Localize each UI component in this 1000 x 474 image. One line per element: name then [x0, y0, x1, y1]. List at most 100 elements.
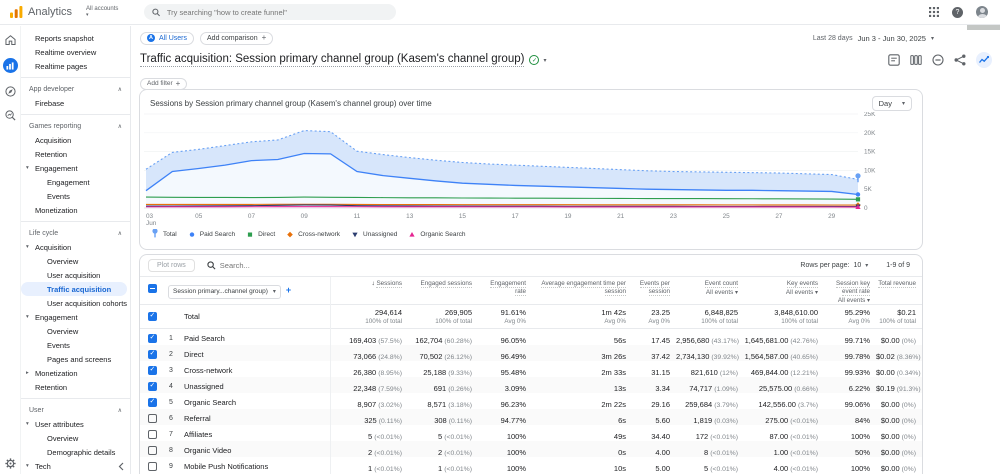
sidebar-item-events[interactable]: Events — [21, 338, 130, 352]
column-header-events-per-session[interactable]: Events per session — [632, 280, 676, 296]
settings-gear-icon[interactable] — [5, 458, 16, 469]
table-search-input[interactable] — [219, 261, 400, 270]
row-checkbox[interactable] — [148, 446, 157, 456]
avatar[interactable] — [976, 6, 988, 18]
sidebar-section-life-cycle[interactable]: Life cycle ∧ — [21, 226, 130, 240]
column-header-session-key-event-rate[interactable]: Session key event rate All events ▾ — [824, 280, 876, 305]
column-filter-all-events[interactable]: All events ▾ — [744, 289, 818, 298]
row-checkbox[interactable] — [148, 462, 157, 472]
page-title[interactable]: Traffic acquisition: Session primary cha… — [140, 53, 525, 67]
sidebar-item-reports-snapshot[interactable]: Reports snapshot — [21, 31, 130, 45]
table-row[interactable]: 4 Unassigned 22,348(7.59%) 691(0.26%) 3.09% 1… — [140, 377, 922, 393]
sidebar-item-traffic-acquisition[interactable]: Traffic acquisition — [21, 282, 127, 296]
sidebar-item-acquisition[interactable]: Acquisition — [21, 133, 130, 147]
select-all-checkbox[interactable] — [148, 284, 157, 293]
sidebar-item-firebase[interactable]: Firebase — [21, 96, 130, 110]
sidebar-item-overview[interactable]: Overview — [21, 431, 130, 445]
sidebar-item-acquisition[interactable]: ▾ Acquisition — [21, 240, 130, 254]
advertising-icon[interactable] — [4, 110, 16, 121]
column-header-event-count[interactable]: Event count All events ▾ — [676, 280, 744, 297]
global-search-input[interactable] — [166, 7, 389, 17]
account-switcher[interactable]: All accounts ▾ — [86, 6, 118, 18]
table-search[interactable] — [207, 261, 801, 270]
home-icon[interactable] — [4, 35, 16, 45]
sidebar-item-pages-and-screens[interactable]: Pages and screens — [21, 352, 130, 366]
add-dimension-button[interactable]: + — [286, 285, 291, 295]
sidebar-item-user-acquisition[interactable]: User acquisition — [21, 268, 130, 282]
column-header-sessions[interactable]: ↓ Sessions — [330, 280, 408, 288]
share-icon[interactable] — [954, 54, 966, 66]
cards-icon[interactable] — [910, 54, 922, 66]
date-range-picker[interactable]: Last 28 days Jun 3 - Jun 30, 2025 ▾ — [813, 34, 934, 43]
sidebar-item-overview[interactable]: Overview — [21, 324, 130, 338]
sidebar-item-tech[interactable]: ▾ Tech — [21, 459, 130, 473]
table-row[interactable]: 9 Mobile Push Notifications 1 (<0.01%) 1 (<0.… — [140, 457, 922, 473]
data-quality-icon[interactable] — [932, 54, 944, 66]
plot-rows-button[interactable]: Plot rows — [148, 259, 195, 272]
column-header-average-engagement-time-per-session[interactable]: Average engagement time per session — [532, 280, 632, 296]
add-comparison-chip[interactable]: Add comparison + — [200, 31, 274, 45]
legend-item-paid-search[interactable]: Paid Search — [187, 229, 235, 239]
sidebar-item-demographic-details[interactable]: Demographic details — [21, 445, 130, 459]
collapse-chevron-icon[interactable] — [118, 462, 125, 471]
sidebar-item-monetization[interactable]: ▸ Monetization — [21, 366, 130, 380]
sidebar-section-label: Life cycle — [29, 229, 59, 237]
sidebar-item-overview[interactable]: Overview — [21, 254, 130, 268]
table-row[interactable]: 5 Organic Search 8,907(3.02%) 8,571(3.18%) 9… — [140, 393, 922, 409]
sidebar-item-engagement[interactable]: ▾ Engagement — [21, 161, 130, 175]
sidebar-item-realtime-pages[interactable]: Realtime pages — [21, 59, 130, 73]
sidebar-section-app-developer[interactable]: App developer ∧ — [21, 82, 130, 96]
column-header-key-events[interactable]: Key events All events ▾ — [744, 280, 824, 297]
legend-item-direct[interactable]: Direct — [245, 229, 275, 239]
explore-icon[interactable] — [4, 86, 16, 97]
notes-icon[interactable] — [888, 54, 900, 66]
sidebar-item-events[interactable]: Events — [21, 189, 130, 203]
column-filter-all-events[interactable]: All events ▾ — [676, 289, 738, 298]
row-checkbox[interactable] — [148, 333, 157, 344]
legend-item-organic-search[interactable]: Organic Search — [407, 229, 466, 239]
sidebar-section-games-reporting[interactable]: Games reporting ∧ — [21, 119, 130, 133]
rows-per-page[interactable]: Rows per page: 10 ▾ — [800, 262, 868, 269]
table-row[interactable]: 1 Paid Search 169,403(57.5%) 162,704(60.28%… — [140, 329, 922, 345]
column-header-engagement-rate[interactable]: Engagement rate — [478, 280, 532, 296]
scrollbar-thumb[interactable] — [967, 25, 1000, 30]
column-header-engaged-sessions[interactable]: Engaged sessions — [408, 280, 478, 288]
table-row[interactable]: 6 Referral 325 (0.11%) 308 (0.11%) 94.77% 6s 5.6… — [140, 409, 922, 425]
all-users-chip[interactable]: A All Users — [140, 31, 195, 45]
row-checkbox[interactable] — [148, 430, 157, 440]
sidebar-item-retention[interactable]: Retention — [21, 380, 130, 394]
table-row[interactable]: 3 Cross-network 26,380(8.95%) 25,188(9.33%)… — [140, 361, 922, 377]
global-search[interactable] — [144, 4, 397, 20]
dimension-selector[interactable]: Session primary...channel group) ▾ — [168, 284, 281, 299]
legend-item-total[interactable]: Total — [150, 229, 177, 239]
chevron-down-icon[interactable]: ▾ — [543, 57, 546, 64]
insights-icon[interactable] — [976, 52, 992, 68]
sidebar-item-monetization[interactable]: Monetization — [21, 203, 130, 217]
row-checkbox[interactable] — [148, 397, 157, 408]
granularity-select[interactable]: Day ▾ — [871, 96, 912, 111]
apps-grid-icon[interactable] — [929, 7, 939, 17]
sidebar-item-user-acquisition-cohorts[interactable]: User acquisition cohorts — [21, 296, 130, 310]
reports-icon[interactable] — [2, 58, 18, 73]
row-checkbox[interactable] — [148, 349, 157, 360]
column-header-total-revenue[interactable]: Total revenue — [876, 280, 922, 288]
sidebar-item-retention[interactable]: Retention — [21, 147, 130, 161]
column-filter-all-events[interactable]: All events ▾ — [824, 297, 870, 306]
sidebar-section-user[interactable]: User ∧ — [21, 403, 130, 417]
analytics-logo[interactable]: Analytics — [0, 6, 72, 18]
sidebar-item-engagement[interactable]: ▾ Engagement — [21, 310, 130, 324]
help-icon[interactable]: ? — [952, 6, 963, 18]
row-checkbox[interactable] — [148, 381, 157, 392]
sidebar-item-realtime-overview[interactable]: Realtime overview — [21, 45, 130, 59]
legend-item-cross-network[interactable]: Cross-network — [285, 229, 340, 239]
table-row[interactable]: 7 Affiliates 5 (<0.01%) 5 (<0.01%) 100% 49s 34.4… — [140, 425, 922, 441]
legend-item-unassigned[interactable]: Unassigned — [350, 229, 397, 239]
sidebar-item-engagement[interactable]: Engagement — [21, 175, 130, 189]
table-row[interactable]: 8 Organic Video 2 (<0.01%) 2 (<0.01%) 100% 0s 4.… — [140, 441, 922, 457]
row-checkbox[interactable] — [148, 414, 157, 424]
add-filter-button[interactable]: Add filter + — [140, 77, 188, 90]
table-row[interactable]: 2 Direct 73,066(24.8%) 70,502(26.12%) 96.49%… — [140, 345, 922, 361]
totals-checkbox[interactable] — [148, 311, 157, 321]
sidebar-item-user-attributes[interactable]: ▾ User attributes — [21, 417, 130, 431]
row-checkbox[interactable] — [148, 365, 157, 376]
